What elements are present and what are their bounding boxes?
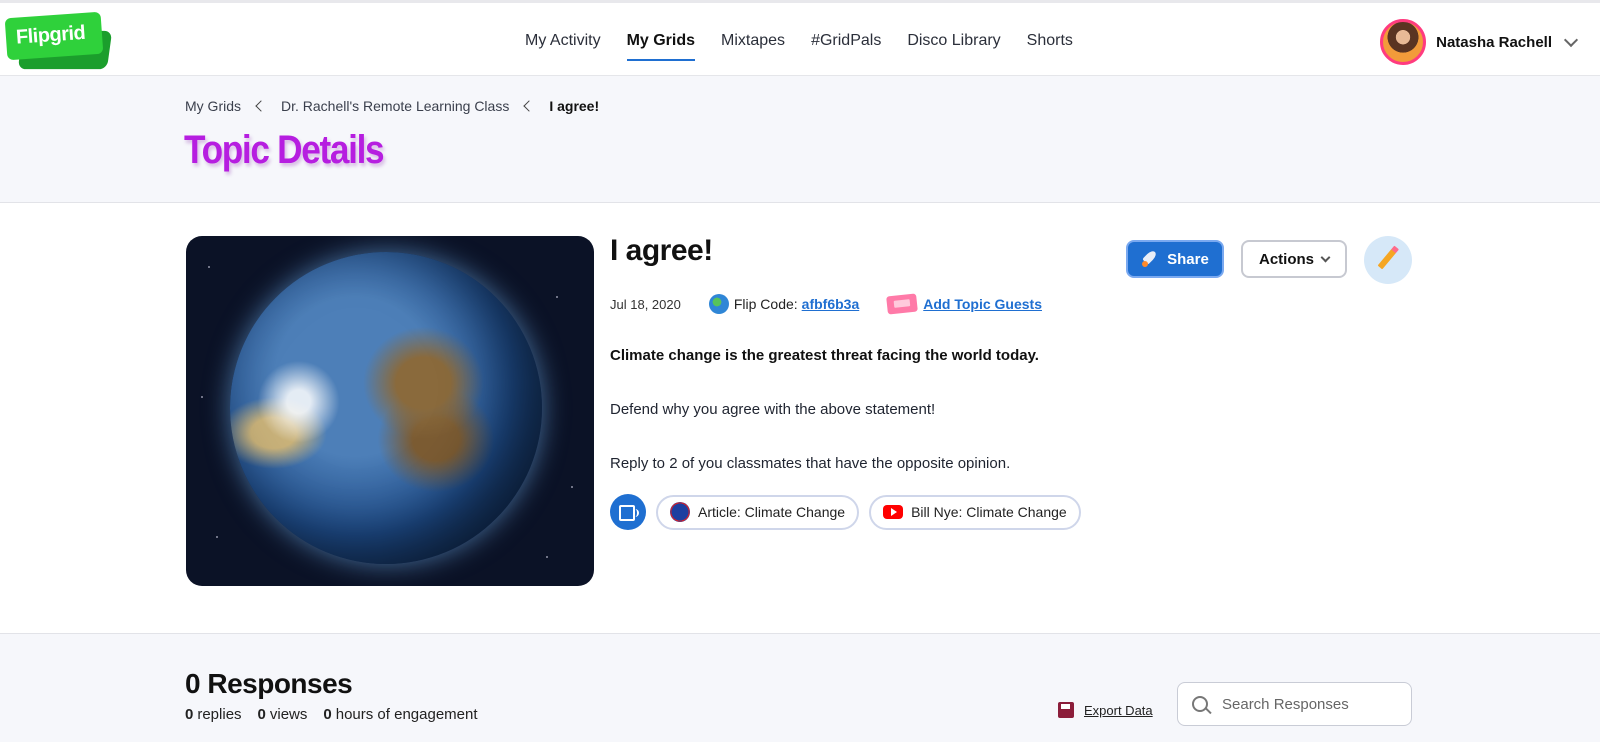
breadcrumb-current: I agree! [549, 98, 600, 114]
hours-stat: 0 hours of engagement [323, 706, 477, 723]
avatar[interactable] [1380, 19, 1427, 65]
globe-icon [708, 294, 729, 314]
add-topic-guests-link[interactable]: Add Topic Guests [923, 296, 1042, 312]
share-button[interactable]: Share [1126, 240, 1224, 278]
replies-count: 0 [185, 706, 194, 723]
export-label: Export Data [1084, 702, 1153, 718]
immersive-reader-icon[interactable] [610, 494, 646, 530]
nav-mixtapes[interactable]: Mixtapes [708, 3, 798, 79]
earth-globe [230, 252, 542, 564]
star [216, 536, 218, 538]
star [571, 486, 573, 488]
breadcrumb-my-grids[interactable]: My Grids [185, 98, 241, 114]
rocket-icon [1141, 250, 1159, 268]
chevron-down-icon [1320, 252, 1331, 262]
views-count: 0 [257, 706, 266, 723]
chevron-left-icon [255, 100, 267, 112]
views-label: views [269, 706, 308, 723]
search-icon [1192, 696, 1208, 712]
nav-shorts[interactable]: Shorts [1014, 3, 1086, 79]
chevron-left-icon [523, 100, 535, 112]
youtube-icon [883, 505, 904, 519]
floppy-disk-icon [1058, 702, 1074, 718]
resource-label: Article: Climate Change [698, 504, 846, 520]
search-input[interactable] [1222, 695, 1392, 713]
actions-button[interactable]: Actions [1241, 240, 1347, 278]
nav-my-grids[interactable]: My Grids [614, 3, 708, 79]
logo-wordmark: Flipgrid [4, 11, 104, 61]
star [208, 266, 210, 268]
replies-stat: 0 replies [185, 706, 242, 723]
edit-topic-button[interactable] [1364, 236, 1412, 284]
nav-disco-library[interactable]: Disco Library [894, 3, 1013, 79]
share-label: Share [1167, 250, 1209, 268]
views-stat: 0 views [258, 706, 308, 723]
star [201, 396, 203, 398]
hours-label: hours of engagement [335, 706, 478, 723]
topic-cover-image [186, 236, 594, 586]
responses-section: 0 Responses 0 replies 0 views 0 hours of en… [0, 633, 1600, 742]
topic-meta: Jul 18, 2020 Flip Code: afbf6b3a Add Top… [610, 293, 1042, 315]
responses-title: 0 Responses [185, 668, 353, 699]
topic-resources: Article: Climate Change Bill Nye: Climat… [610, 494, 1081, 530]
star [546, 556, 548, 558]
export-data-link[interactable]: Export Data [1058, 702, 1153, 718]
topic-title: I agree! [610, 234, 713, 267]
pencil-icon [1377, 248, 1397, 270]
flip-code-label: Flip Code: [733, 296, 798, 312]
user-name: Natasha Rachell [1436, 33, 1552, 51]
nav-gridpals[interactable]: #GridPals [798, 3, 894, 79]
topic-instruction: Reply to 2 of you classmates that have t… [610, 455, 1011, 472]
actions-label: Actions [1258, 250, 1314, 268]
resource-label: Bill Nye: Climate Change [911, 504, 1067, 520]
nasa-icon [670, 502, 690, 522]
resource-chip-article[interactable]: Article: Climate Change [656, 494, 860, 530]
page-header: My Grids Dr. Rachell's Remote Learning C… [0, 76, 1600, 203]
top-navigation: Flipgrid My Activity My Grids Mixtapes #… [0, 0, 1600, 76]
flip-code-link[interactable]: afbf6b3a [802, 296, 860, 312]
topic-statement: Climate change is the greatest threat fa… [610, 347, 1039, 364]
flipgrid-logo[interactable]: Flipgrid [4, 11, 113, 73]
chevron-down-icon[interactable] [1563, 32, 1579, 48]
nav-my-activity[interactable]: My Activity [512, 3, 614, 79]
star [556, 296, 558, 298]
page-title: Topic Details [184, 128, 385, 172]
main-nav: My Activity My Grids Mixtapes #GridPals … [512, 3, 1086, 79]
breadcrumb: My Grids Dr. Rachell's Remote Learning C… [185, 98, 599, 114]
search-responses-field[interactable] [1177, 682, 1412, 726]
guest-ticket-icon [886, 293, 919, 315]
breadcrumb-class[interactable]: Dr. Rachell's Remote Learning Class [281, 98, 509, 114]
resource-chip-video[interactable]: Bill Nye: Climate Change [869, 494, 1081, 530]
user-menu[interactable]: Natasha Rachell [1380, 18, 1580, 66]
hours-count: 0 [323, 706, 332, 723]
responses-stats: 0 replies 0 views 0 hours of engagement [185, 706, 478, 723]
replies-label: replies [197, 706, 242, 723]
topic-prompt: Defend why you agree with the above stat… [610, 401, 936, 418]
topic-date: Jul 18, 2020 [610, 296, 681, 312]
